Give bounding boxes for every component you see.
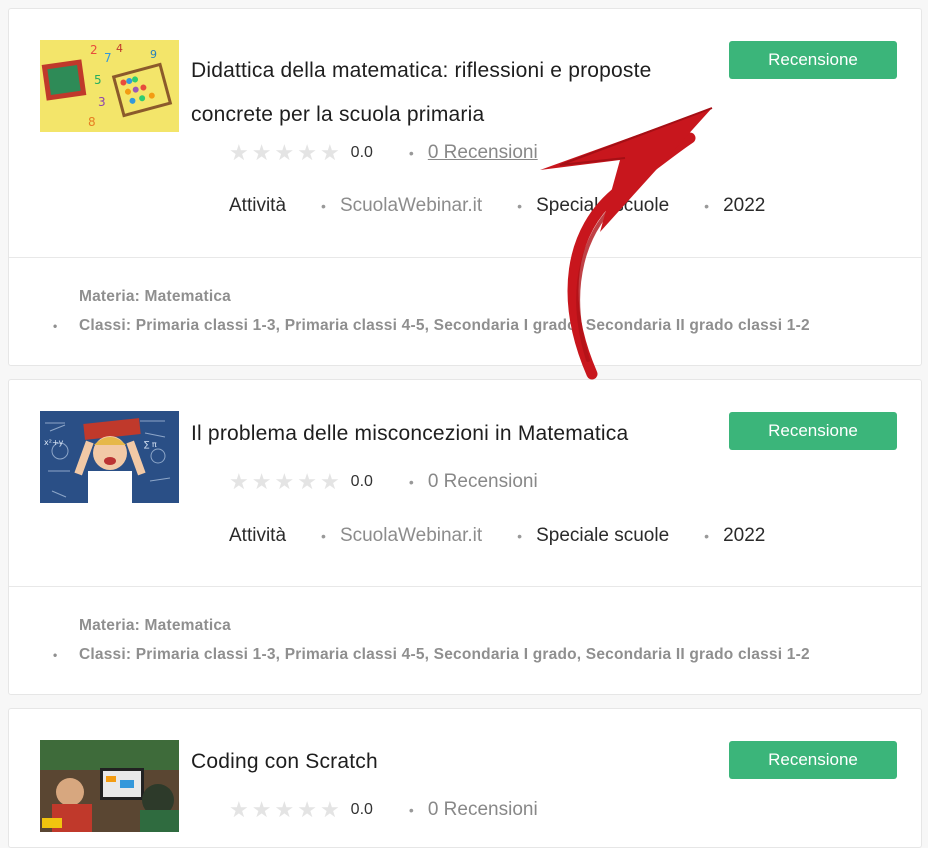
star-icon[interactable]: ★ <box>229 799 249 821</box>
meta-provider[interactable]: ScuolaWebinar.it <box>340 195 482 217</box>
star-icon[interactable]: ★ <box>320 142 340 164</box>
recensione-button[interactable]: Recensione <box>729 741 897 779</box>
bullet: • <box>321 198 326 214</box>
divider <box>9 257 921 258</box>
meta-type: Attività <box>229 525 287 546</box>
svg-text:∑ π: ∑ π <box>144 440 157 449</box>
bullet: • <box>321 528 326 544</box>
svg-text:x²+y: x²+y <box>44 438 64 447</box>
svg-text:3: 3 <box>98 95 106 109</box>
bullet: • <box>408 145 414 161</box>
star-icon[interactable]: ★ <box>320 799 340 821</box>
bullet: • <box>704 198 710 214</box>
star-icon[interactable]: ★ <box>297 471 317 493</box>
course-card: 2 7 5 3 8 4 9 Didattica della matematica… <box>8 8 922 366</box>
rating-value: 0.0 <box>350 473 373 490</box>
meta-year: 2022 <box>723 195 766 216</box>
bullet: • <box>53 319 58 333</box>
meta-category: Speciale scuole <box>536 195 670 216</box>
svg-text:4: 4 <box>116 42 123 55</box>
meta-provider[interactable]: ScuolaWebinar.it <box>340 525 482 547</box>
divider <box>9 586 921 587</box>
reviews-link[interactable]: 0 Recensioni <box>428 471 538 493</box>
classes-text: Classi: Primaria classi 1-3, Primaria cl… <box>79 317 810 334</box>
course-card: Coding con Scratch Recensione ★ ★ ★ ★ ★ … <box>8 708 922 848</box>
classes-text: Classi: Primaria classi 1-3, Primaria cl… <box>79 646 810 663</box>
star-icon[interactable]: ★ <box>252 471 272 493</box>
star-icon[interactable]: ★ <box>297 799 317 821</box>
star-icon[interactable]: ★ <box>252 142 272 164</box>
rating-row: ★ ★ ★ ★ ★ 0.0 • 0 Recensioni <box>229 797 538 823</box>
meta-category: Speciale scuole <box>536 525 670 546</box>
recensione-button[interactable]: Recensione <box>729 41 897 79</box>
reviews-link[interactable]: 0 Recensioni <box>428 799 538 821</box>
course-title[interactable]: Didattica della matematica: riflessioni … <box>191 49 736 137</box>
rating-row: ★ ★ ★ ★ ★ 0.0 • 0 Recensioni <box>229 140 538 166</box>
reviews-link[interactable]: 0 Recensioni <box>428 142 538 164</box>
svg-text:2: 2 <box>90 43 98 57</box>
classes-label: • Classi: Primaria classi 1-3, Primaria c… <box>53 646 810 664</box>
star-icon[interactable]: ★ <box>274 471 294 493</box>
svg-text:8: 8 <box>88 115 96 129</box>
bullet: • <box>517 528 523 544</box>
subject-label: Materia: Matematica <box>79 617 231 634</box>
star-icon[interactable]: ★ <box>274 799 294 821</box>
course-thumbnail-child-books[interactable]: x²+y ∑ π <box>40 411 179 503</box>
bullet: • <box>53 648 58 662</box>
rating-value: 0.0 <box>350 144 373 161</box>
meta-row: Attività • ScuolaWebinar.it • Speciale s… <box>229 525 765 547</box>
course-thumbnail-kids-coding[interactable] <box>40 740 179 832</box>
recensione-button[interactable]: Recensione <box>729 412 897 450</box>
rating-value: 0.0 <box>350 801 373 818</box>
rating-row: ★ ★ ★ ★ ★ 0.0 • 0 Recensioni <box>229 469 538 495</box>
course-thumbnail-math-toys[interactable]: 2 7 5 3 8 4 9 <box>40 40 179 132</box>
star-icon[interactable]: ★ <box>252 799 272 821</box>
classes-label: • Classi: Primaria classi 1-3, Primaria c… <box>53 317 810 335</box>
star-icon[interactable]: ★ <box>297 142 317 164</box>
course-title[interactable]: Il problema delle misconcezioni in Matem… <box>191 412 736 456</box>
svg-text:9: 9 <box>150 48 157 61</box>
svg-text:7: 7 <box>104 51 112 65</box>
star-icon[interactable]: ★ <box>320 471 340 493</box>
meta-year: 2022 <box>723 525 766 546</box>
subject-label: Materia: Matematica <box>79 288 231 305</box>
bullet: • <box>704 528 710 544</box>
bullet: • <box>517 198 523 214</box>
svg-text:5: 5 <box>94 73 102 87</box>
star-icon[interactable]: ★ <box>274 142 294 164</box>
bullet: • <box>408 474 414 490</box>
course-title[interactable]: Coding con Scratch <box>191 740 736 784</box>
course-card: x²+y ∑ π Il problema delle misconcezioni… <box>8 379 922 695</box>
meta-type: Attività <box>229 195 287 216</box>
star-icon[interactable]: ★ <box>229 142 249 164</box>
star-icon[interactable]: ★ <box>229 471 249 493</box>
bullet: • <box>408 802 414 818</box>
meta-row: Attività • ScuolaWebinar.it • Speciale s… <box>229 195 765 217</box>
